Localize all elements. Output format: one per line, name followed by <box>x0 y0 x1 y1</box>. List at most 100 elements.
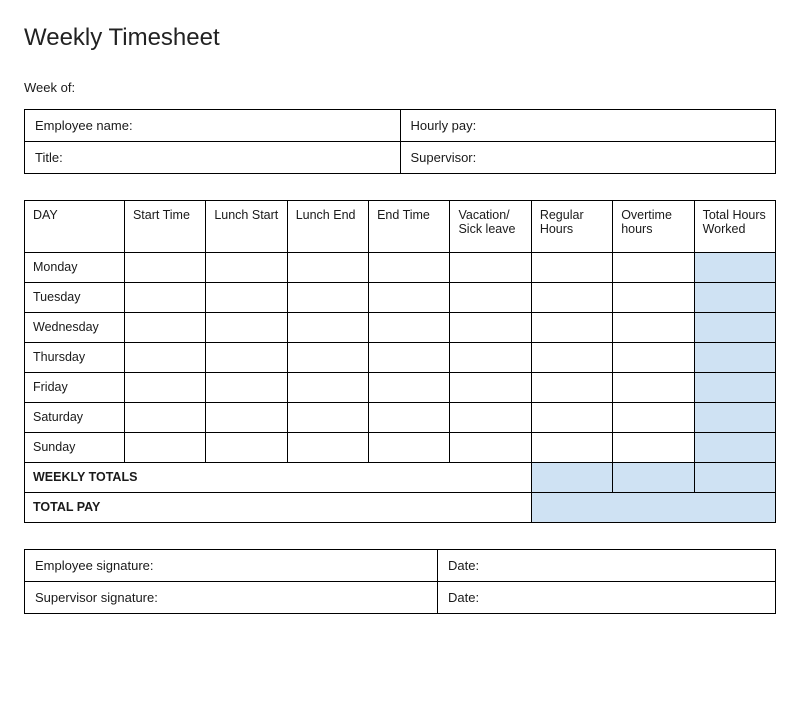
regular-hours-cell[interactable] <box>531 373 612 403</box>
overtime-hours-cell[interactable] <box>613 343 694 373</box>
supervisor-signature-cell[interactable]: Supervisor signature: <box>25 582 438 614</box>
vacation-sick-cell[interactable] <box>450 313 531 343</box>
end-time-cell[interactable] <box>369 343 450 373</box>
table-row: Wednesday <box>25 313 776 343</box>
lunch-end-cell[interactable] <box>287 313 368 343</box>
day-cell: Friday <box>25 373 125 403</box>
day-cell: Saturday <box>25 403 125 433</box>
vacation-sick-cell[interactable] <box>450 343 531 373</box>
supervisor-cell[interactable]: Supervisor: <box>400 142 776 174</box>
table-row: Thursday <box>25 343 776 373</box>
lunch-start-cell[interactable] <box>206 313 287 343</box>
vacation-sick-cell[interactable] <box>450 373 531 403</box>
end-time-cell[interactable] <box>369 373 450 403</box>
page-title: Weekly Timesheet <box>24 24 776 52</box>
regular-hours-cell[interactable] <box>531 403 612 433</box>
regular-hours-cell[interactable] <box>531 313 612 343</box>
signature-table: Employee signature: Date: Supervisor sig… <box>24 549 776 614</box>
table-row: Saturday <box>25 403 776 433</box>
supervisor-signature-date-cell[interactable]: Date: <box>438 582 776 614</box>
employee-info-table: Employee name: Hourly pay: Title: Superv… <box>24 109 776 174</box>
total-hours-cell[interactable] <box>694 283 775 313</box>
lunch-end-cell[interactable] <box>287 253 368 283</box>
day-cell: Sunday <box>25 433 125 463</box>
overtime-hours-cell[interactable] <box>613 283 694 313</box>
overtime-hours-cell[interactable] <box>613 433 694 463</box>
lunch-start-cell[interactable] <box>206 283 287 313</box>
table-row: Friday <box>25 373 776 403</box>
lunch-start-cell[interactable] <box>206 343 287 373</box>
timesheet-table: DAY Start Time Lunch Start Lunch End End… <box>24 200 776 523</box>
day-cell: Thursday <box>25 343 125 373</box>
header-regular-hours: Regular Hours <box>531 201 612 253</box>
info-row: Employee name: Hourly pay: <box>25 110 776 142</box>
lunch-end-cell[interactable] <box>287 343 368 373</box>
vacation-sick-cell[interactable] <box>450 433 531 463</box>
lunch-end-cell[interactable] <box>287 403 368 433</box>
lunch-end-cell[interactable] <box>287 373 368 403</box>
start-time-cell[interactable] <box>124 253 205 283</box>
regular-hours-cell[interactable] <box>531 253 612 283</box>
end-time-cell[interactable] <box>369 403 450 433</box>
total-pay-cell[interactable] <box>531 493 775 523</box>
header-day: DAY <box>25 201 125 253</box>
employee-signature-date-cell[interactable]: Date: <box>438 550 776 582</box>
info-row: Title: Supervisor: <box>25 142 776 174</box>
header-vacation-sick: Vacation/ Sick leave <box>450 201 531 253</box>
table-row: Sunday <box>25 433 776 463</box>
header-row: DAY Start Time Lunch Start Lunch End End… <box>25 201 776 253</box>
hourly-pay-cell[interactable]: Hourly pay: <box>400 110 776 142</box>
lunch-end-cell[interactable] <box>287 433 368 463</box>
vacation-sick-cell[interactable] <box>450 403 531 433</box>
end-time-cell[interactable] <box>369 283 450 313</box>
total-hours-cell[interactable] <box>694 403 775 433</box>
total-hours-cell[interactable] <box>694 373 775 403</box>
start-time-cell[interactable] <box>124 283 205 313</box>
total-hours-cell[interactable] <box>694 253 775 283</box>
signature-row: Employee signature: Date: <box>25 550 776 582</box>
header-start-time: Start Time <box>124 201 205 253</box>
lunch-end-cell[interactable] <box>287 283 368 313</box>
start-time-cell[interactable] <box>124 373 205 403</box>
header-overtime-hours: Overtime hours <box>613 201 694 253</box>
weekly-total-hours[interactable] <box>694 463 775 493</box>
end-time-cell[interactable] <box>369 253 450 283</box>
total-pay-row: TOTAL PAY <box>25 493 776 523</box>
signature-row: Supervisor signature: Date: <box>25 582 776 614</box>
start-time-cell[interactable] <box>124 313 205 343</box>
header-total-hours: Total Hours Worked <box>694 201 775 253</box>
end-time-cell[interactable] <box>369 313 450 343</box>
start-time-cell[interactable] <box>124 433 205 463</box>
vacation-sick-cell[interactable] <box>450 253 531 283</box>
start-time-cell[interactable] <box>124 343 205 373</box>
weekly-total-regular[interactable] <box>531 463 612 493</box>
total-hours-cell[interactable] <box>694 343 775 373</box>
table-row: Monday <box>25 253 776 283</box>
vacation-sick-cell[interactable] <box>450 283 531 313</box>
regular-hours-cell[interactable] <box>531 433 612 463</box>
overtime-hours-cell[interactable] <box>613 253 694 283</box>
end-time-cell[interactable] <box>369 433 450 463</box>
day-cell: Wednesday <box>25 313 125 343</box>
week-of-label: Week of: <box>24 80 776 95</box>
overtime-hours-cell[interactable] <box>613 373 694 403</box>
total-hours-cell[interactable] <box>694 433 775 463</box>
regular-hours-cell[interactable] <box>531 283 612 313</box>
total-hours-cell[interactable] <box>694 313 775 343</box>
header-lunch-end: Lunch End <box>287 201 368 253</box>
lunch-start-cell[interactable] <box>206 433 287 463</box>
lunch-start-cell[interactable] <box>206 253 287 283</box>
day-cell: Monday <box>25 253 125 283</box>
weekly-totals-row: WEEKLY TOTALS <box>25 463 776 493</box>
start-time-cell[interactable] <box>124 403 205 433</box>
weekly-total-overtime[interactable] <box>613 463 694 493</box>
title-cell[interactable]: Title: <box>25 142 401 174</box>
employee-signature-cell[interactable]: Employee signature: <box>25 550 438 582</box>
table-row: Tuesday <box>25 283 776 313</box>
lunch-start-cell[interactable] <box>206 403 287 433</box>
employee-name-cell[interactable]: Employee name: <box>25 110 401 142</box>
lunch-start-cell[interactable] <box>206 373 287 403</box>
overtime-hours-cell[interactable] <box>613 313 694 343</box>
regular-hours-cell[interactable] <box>531 343 612 373</box>
overtime-hours-cell[interactable] <box>613 403 694 433</box>
